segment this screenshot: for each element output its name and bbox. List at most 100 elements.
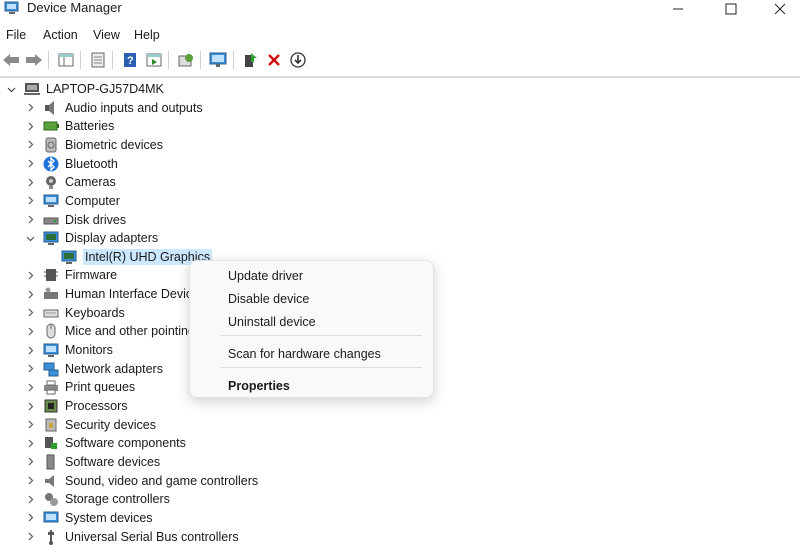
tree-category-label: Software devices [65, 454, 161, 469]
scan-changes-icon[interactable] [176, 50, 196, 70]
properties-menu-item[interactable]: Properties [228, 378, 290, 394]
processor-icon [44, 399, 58, 413]
storage-controller-icon [45, 493, 58, 507]
scan-hardware-menu-item[interactable]: Scan for hardware changes [228, 346, 381, 362]
chevron-right-icon[interactable] [25, 270, 35, 280]
speaker-icon [45, 100, 54, 115]
chevron-right-icon[interactable] [25, 532, 35, 542]
properties-icon[interactable] [88, 50, 108, 70]
chevron-right-icon[interactable] [25, 364, 35, 374]
tree-category-row[interactable]: Sound, video and game controllers [25, 472, 258, 490]
tree-category-row[interactable]: Bluetooth [25, 155, 118, 173]
chevron-right-icon[interactable] [25, 345, 35, 355]
tree-category-row[interactable]: Display adapters [25, 229, 158, 247]
tree-category-label: Batteries [65, 119, 115, 134]
chevron-down-icon[interactable] [6, 84, 16, 94]
tree-category-row[interactable]: Storage controllers [25, 490, 170, 508]
disable-device-icon[interactable] [288, 50, 308, 70]
tree-category-row[interactable]: Processors [25, 397, 128, 415]
tree-category-row[interactable]: Monitors [25, 341, 113, 359]
bluetooth-icon [43, 155, 59, 172]
back-arrow-icon[interactable] [1, 50, 21, 70]
tree-category-row[interactable]: Software devices [25, 453, 160, 471]
minimize-icon[interactable] [658, 0, 698, 18]
chevron-right-icon[interactable] [25, 215, 35, 225]
action-pane-icon[interactable] [144, 50, 164, 70]
help-icon[interactable]: ? [120, 50, 140, 70]
maximize-icon[interactable] [711, 0, 751, 18]
chevron-right-icon[interactable] [25, 513, 35, 523]
chevron-right-icon[interactable] [25, 476, 35, 486]
tree-category-row[interactable]: Security devices [25, 416, 156, 434]
chevron-right-icon[interactable] [25, 196, 35, 206]
show-hide-tree-icon[interactable] [56, 50, 76, 70]
computer-icon [24, 83, 40, 95]
chevron-down-icon[interactable] [25, 233, 35, 243]
tree-category-row[interactable]: Network adapters [25, 360, 163, 378]
chevron-right-icon[interactable] [25, 159, 35, 169]
display-adapter-icon [43, 231, 59, 246]
tree-category-row[interactable]: System devices [25, 509, 153, 527]
update-driver-menu-item[interactable]: Update driver [228, 268, 303, 284]
chevron-right-icon[interactable] [25, 494, 35, 504]
tree-category-row[interactable]: Firmware [25, 266, 117, 284]
software-device-icon [46, 454, 55, 470]
tree-category-label: Bluetooth [65, 156, 118, 171]
tree-category-row[interactable]: Batteries [25, 117, 114, 135]
tree-category-row[interactable]: Human Interface Devices [25, 285, 205, 303]
firmware-icon [44, 269, 58, 282]
disable-device-menu-item[interactable]: Disable device [228, 291, 309, 307]
uninstall-x-icon[interactable] [264, 50, 284, 70]
tree-category-label: Cameras [65, 175, 116, 190]
disk-drive-icon [43, 217, 59, 224]
tree-category-label: Audio inputs and outputs [65, 100, 203, 115]
chevron-right-icon[interactable] [25, 438, 35, 448]
chevron-right-icon[interactable] [25, 177, 35, 187]
monitor-icon[interactable] [208, 50, 228, 70]
menu-action[interactable]: Action [43, 27, 78, 43]
keyboard-icon [43, 309, 59, 318]
chevron-right-icon[interactable] [25, 103, 35, 113]
tree-category-label: Firmware [65, 268, 118, 283]
chevron-right-icon[interactable] [25, 140, 35, 150]
chevron-right-icon[interactable] [25, 121, 35, 131]
tree-category-label: Processors [65, 399, 128, 413]
menu-view[interactable]: View [93, 27, 120, 43]
network-adapter-icon [43, 362, 59, 377]
tree-category-row[interactable]: Disk drives [25, 211, 126, 229]
toolbar: ? [0, 47, 800, 73]
battery-icon [43, 121, 59, 131]
chevron-right-icon[interactable] [25, 382, 35, 392]
window-title: Device Manager [27, 0, 122, 15]
chevron-right-icon[interactable] [25, 308, 35, 318]
chevron-right-icon[interactable] [25, 457, 35, 467]
close-icon[interactable] [760, 0, 800, 18]
tree-root-label: LAPTOP-GJ57D4MK [46, 82, 164, 96]
chevron-right-icon[interactable] [25, 401, 35, 411]
context-menu: Update driver Disable device Uninstall d… [189, 260, 434, 398]
sound-controller-icon [45, 474, 54, 487]
chevron-right-icon[interactable] [25, 326, 35, 336]
tree-category-label: Software components [65, 436, 186, 451]
uninstall-device-menu-item[interactable]: Uninstall device [228, 314, 316, 330]
chevron-right-icon[interactable] [25, 420, 35, 430]
menu-file[interactable]: File [6, 27, 26, 43]
toolbar-divider [0, 76, 800, 78]
tree-category-row[interactable]: Universal Serial Bus controllers [25, 528, 239, 546]
menu-help[interactable]: Help [134, 27, 160, 43]
tree-category-label: System devices [65, 510, 153, 525]
software-component-icon [45, 437, 57, 450]
update-driver-icon[interactable] [240, 50, 260, 70]
tree-category-label: Display adapters [65, 231, 159, 246]
forward-arrow-icon[interactable] [24, 50, 44, 70]
tree-category-row[interactable]: Audio inputs and outputs [25, 99, 203, 117]
tree-category-row[interactable]: Cameras [25, 173, 116, 191]
tree-category-row[interactable]: Biometric devices [25, 136, 163, 154]
tree-category-row[interactable]: Computer [25, 192, 120, 210]
tree-category-row[interactable]: Keyboards [25, 304, 125, 322]
tree-category-row[interactable]: Print queues [25, 378, 135, 396]
tree-root[interactable]: LAPTOP-GJ57D4MK [6, 80, 164, 98]
tree-category-label: Universal Serial Bus controllers [65, 529, 239, 544]
tree-category-row[interactable]: Software components [25, 434, 186, 452]
chevron-right-icon[interactable] [25, 289, 35, 299]
